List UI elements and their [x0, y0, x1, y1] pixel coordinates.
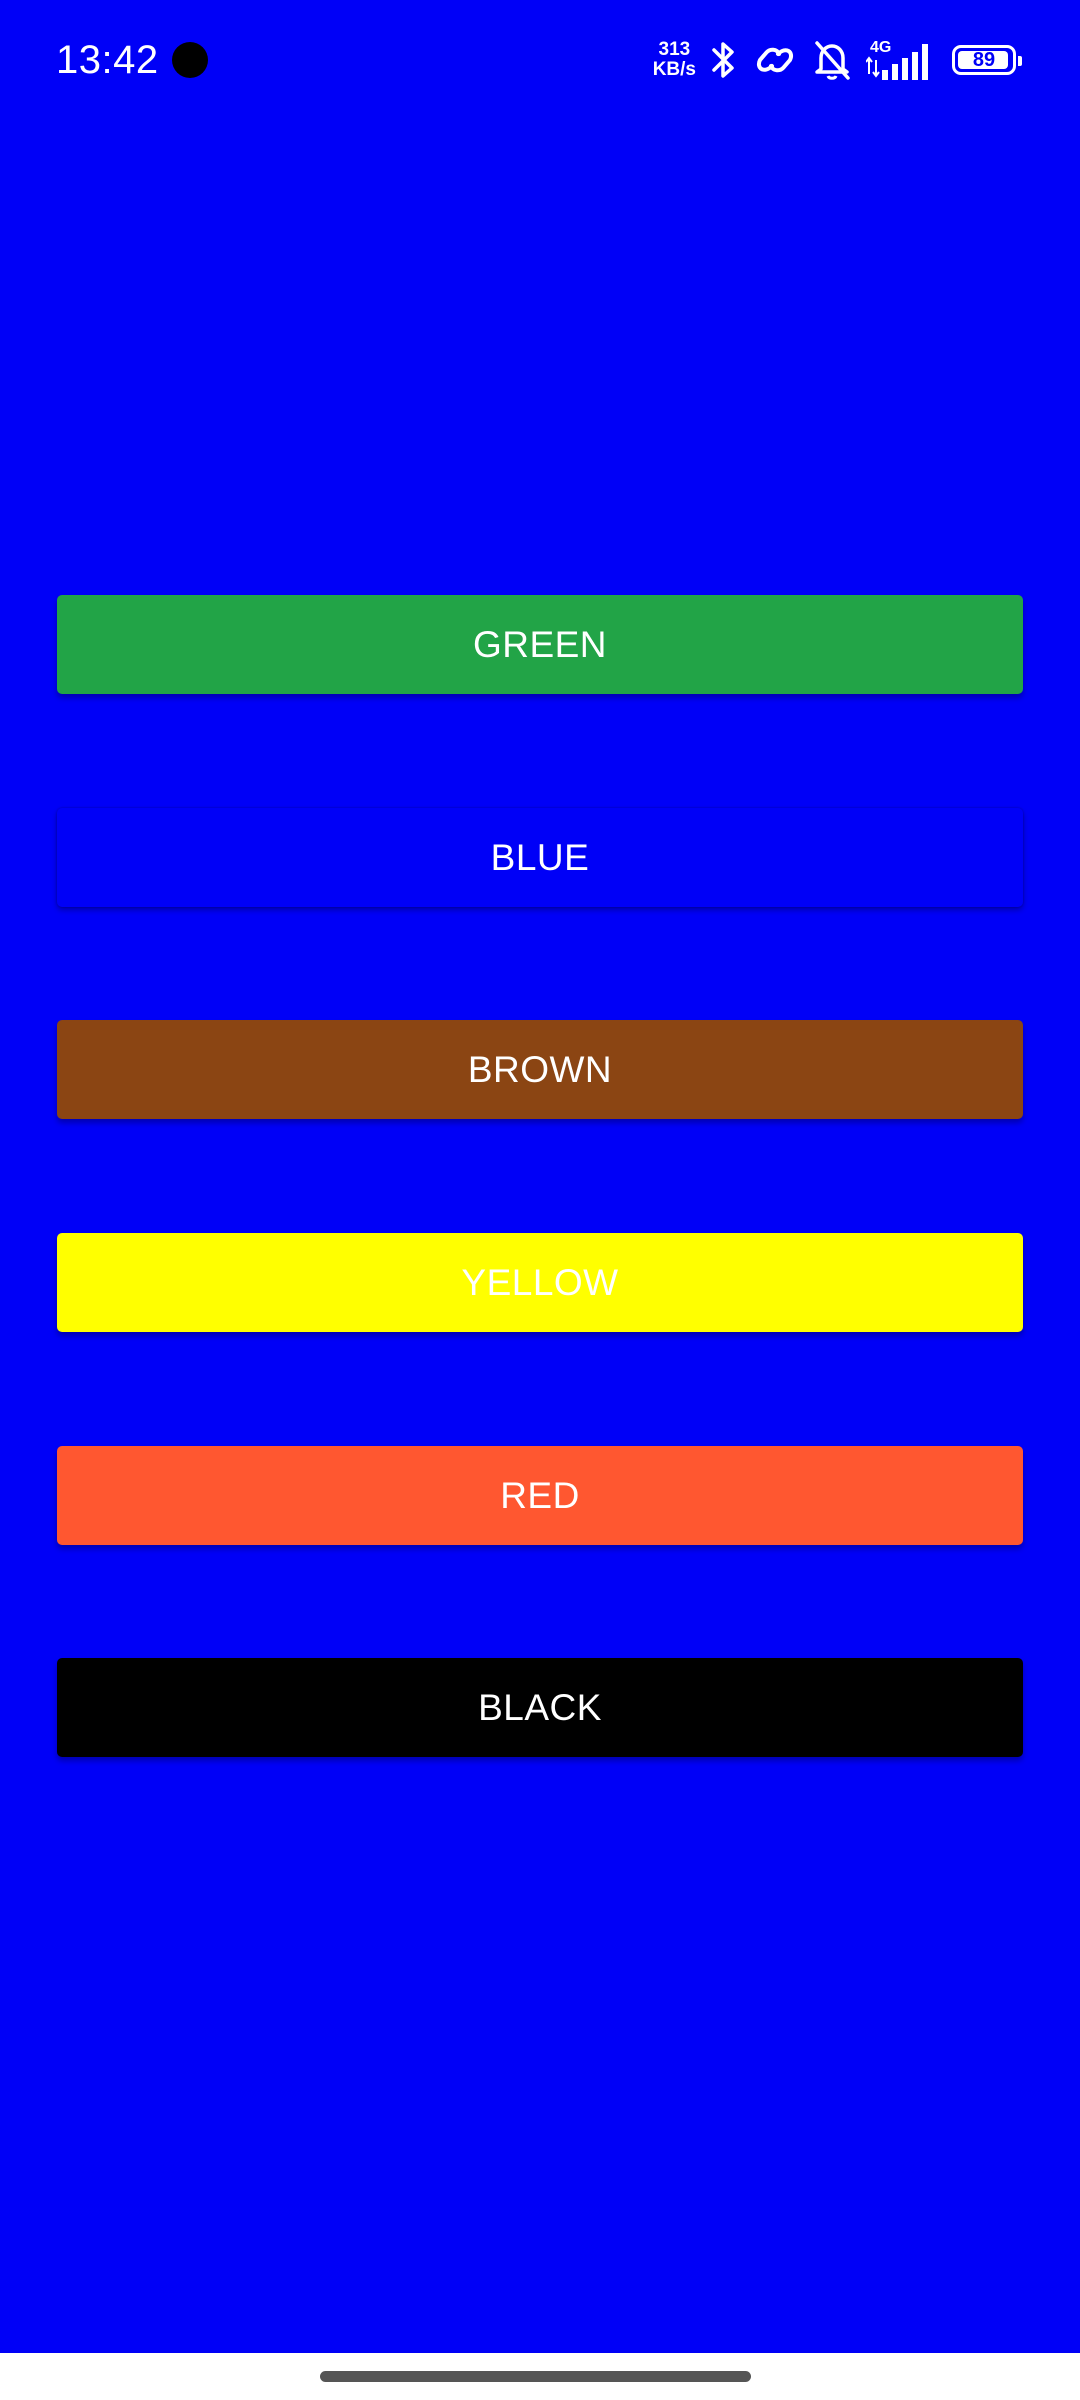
app-screen: 13:42 313 KB/s 4G 89 GREEN BLUE BROWN YE…	[0, 0, 1080, 2353]
signal-indicator: 4G	[866, 40, 932, 80]
blue-button[interactable]: BLUE	[57, 808, 1023, 907]
data-arrows-icon	[866, 56, 880, 78]
battery-level: 89	[972, 49, 996, 71]
camera-cutout	[172, 42, 208, 78]
battery-icon: 89	[952, 45, 1022, 75]
net-speed-unit: KB/s	[652, 59, 696, 80]
green-button[interactable]: GREEN	[57, 595, 1023, 694]
status-bar: 13:42 313 KB/s 4G 89	[0, 0, 1080, 120]
status-icons: 313 KB/s 4G 89	[653, 34, 1022, 86]
signal-icon	[882, 44, 928, 80]
brown-button[interactable]: BROWN	[57, 1020, 1023, 1119]
red-button[interactable]: RED	[57, 1446, 1023, 1545]
net-speed: 313 KB/s	[653, 40, 696, 80]
black-button[interactable]: BLACK	[57, 1658, 1023, 1757]
navigation-bar	[0, 2353, 1080, 2400]
net-speed-value: 313	[658, 39, 691, 60]
link-icon	[757, 47, 793, 73]
bell-off-icon	[815, 41, 850, 80]
yellow-button[interactable]: YELLOW	[57, 1233, 1023, 1332]
status-time: 13:42	[56, 38, 159, 82]
home-gesture-handle[interactable]	[320, 2371, 751, 2382]
bluetooth-icon	[712, 42, 734, 78]
